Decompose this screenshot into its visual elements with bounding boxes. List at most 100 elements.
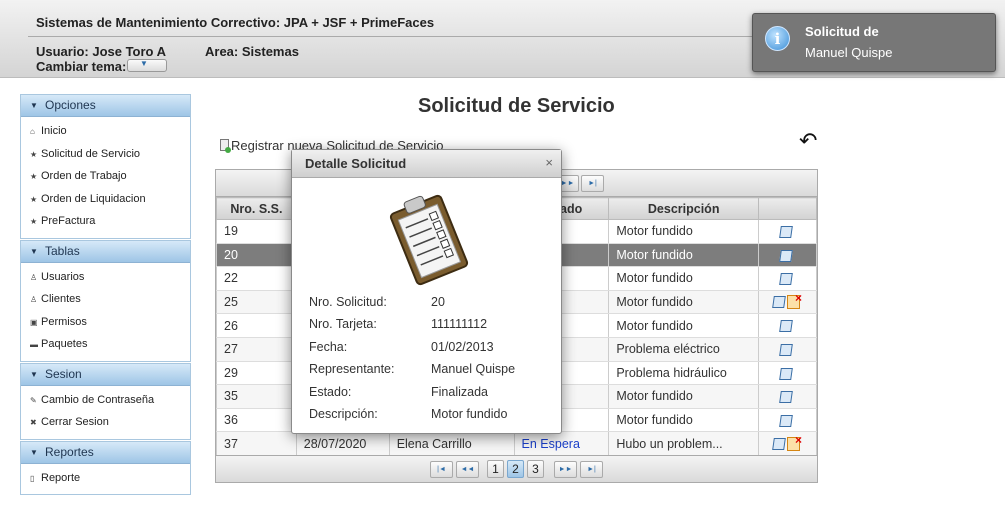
sidebar-item-label: Orden de Trabajo	[41, 170, 127, 182]
edit-icon[interactable]	[779, 273, 793, 286]
page-number-button[interactable]: 3	[527, 460, 544, 478]
delete-icon[interactable]: ×	[787, 291, 803, 310]
sidebar-item[interactable]: ⌂ Inicio	[21, 120, 190, 143]
detail-value: 20	[431, 295, 445, 309]
detail-label: Nro. Solicitud:	[309, 295, 387, 309]
chevron-down-icon: ▼	[140, 59, 148, 68]
triangle-down-icon: ▼	[30, 369, 38, 379]
detail-label: Descripción:	[309, 407, 378, 421]
theme-select[interactable]: ▼	[127, 59, 167, 72]
growl-text: Manuel Quispe	[805, 45, 893, 60]
triangle-down-icon: ▼	[30, 447, 38, 457]
sidebar-item[interactable]: ▯ Reporte	[21, 467, 190, 490]
page-number-button[interactable]: 2	[507, 460, 524, 478]
edit-icon[interactable]	[772, 437, 786, 450]
sidebar-item[interactable]: ✎ Cambio de Contraseña	[21, 389, 190, 412]
sidebar-item[interactable]: ★ Orden de Trabajo	[21, 165, 190, 188]
cell-desc: Motor fundido	[608, 243, 760, 268]
cell-desc: Motor fundido	[608, 313, 760, 338]
x-mark-icon: ×	[795, 291, 803, 306]
info-icon: i	[765, 26, 790, 51]
cell-actions	[758, 408, 817, 433]
cell-nro: 29	[216, 361, 297, 386]
menu-panel: ▼ Opciones ⌂ Inicio ★ Solicitud de Servicio ★ O…	[20, 94, 191, 239]
sidebar-item-label: Cerrar Sesion	[41, 416, 109, 428]
menu-panel-body: ▯ Reporte	[21, 463, 190, 494]
cell-actions	[758, 219, 817, 244]
cell-nro: 20	[216, 243, 297, 268]
sidebar-item-label: Usuarios	[41, 270, 85, 283]
triangle-down-icon: ▼	[30, 101, 38, 110]
menu-panel: ▼ Sesion ✎ Cambio de Contraseña ✖ Cerrar Sesi…	[20, 362, 191, 440]
sidebar-item[interactable]: ▣ Permisos	[21, 311, 190, 334]
last-page-button[interactable]: ►|	[580, 461, 603, 478]
column-header[interactable]: Nro. S.S.	[216, 197, 297, 220]
column-header[interactable]	[758, 197, 817, 220]
sidebar-item[interactable]: ▬ Paquetes	[21, 333, 190, 356]
column-header[interactable]: Descripción	[608, 197, 760, 220]
cell-actions: ×	[758, 431, 817, 456]
prev-page-button[interactable]: ◄◄	[456, 461, 479, 478]
clipboard-icon	[389, 194, 469, 286]
detail-value: 01/02/2013	[431, 339, 494, 354]
key-icon: ✎	[30, 395, 37, 405]
menu-panel-body: ♙ Usuarios ♙ Clientes ▣ Permisos ▬ Paquetes	[21, 262, 190, 361]
detail-label: Representante:	[309, 362, 395, 377]
person-icon: ♙	[30, 295, 38, 304]
menu-panel-header[interactable]: ▼ Reportes	[21, 441, 190, 464]
edit-icon[interactable]	[779, 343, 793, 356]
menu-panel-header[interactable]: ▼ Tablas	[21, 240, 190, 263]
menu-panel-title: Tablas	[45, 243, 80, 258]
sidebar-item[interactable]: ✖ Cerrar Sesion	[21, 411, 190, 434]
edit-icon[interactable]	[779, 391, 793, 404]
sidebar-item[interactable]: ★ Solicitud de Servicio	[21, 143, 190, 166]
dialog-title: Detalle Solicitud	[292, 150, 561, 178]
new-document-icon	[220, 139, 231, 153]
detail-value: Motor fundido	[431, 407, 508, 421]
first-page-button[interactable]: |◄	[430, 461, 453, 478]
menu-panel-header[interactable]: ▼ Sesion	[21, 363, 190, 386]
menu-panel: ▼ Reportes ▯ Reporte	[20, 440, 191, 495]
area-label: Area: Sistemas	[205, 44, 299, 59]
last-page-button[interactable]: ►|	[581, 175, 604, 192]
cell-estado: En Espera	[513, 431, 610, 456]
cell-desc: Motor fundido	[608, 384, 760, 409]
cell-nro: 35	[216, 384, 297, 409]
sidebar-item[interactable]: ★ Orden de Liquidacion	[21, 188, 190, 211]
cell-desc: Motor fundido	[608, 266, 760, 291]
edit-icon[interactable]	[779, 226, 793, 238]
cell-actions	[758, 266, 817, 291]
cell-actions: ×	[758, 290, 817, 315]
growl-notification: i Solicitud de Manuel Quispe	[752, 13, 996, 72]
edit-icon[interactable]	[772, 296, 786, 309]
cell-fecha: 28/07/2020	[295, 431, 390, 456]
header-divider	[28, 36, 783, 37]
menu-panel-title: Sesion	[45, 366, 82, 381]
home-icon: ⌂	[30, 127, 35, 136]
menu-panel-body: ⌂ Inicio ★ Solicitud de Servicio ★ Orden de T…	[21, 117, 190, 238]
back-arrow-icon[interactable]: ↶	[799, 130, 817, 152]
page-number-button[interactable]: 1	[487, 460, 504, 478]
cell-rep: Elena Carrillo	[388, 431, 515, 456]
sidebar-item[interactable]: ★ PreFactura	[21, 210, 190, 233]
edit-icon[interactable]	[779, 414, 793, 427]
edit-icon[interactable]	[779, 249, 793, 262]
detail-label: Fecha:	[309, 339, 348, 354]
cell-nro: 26	[216, 313, 297, 338]
delete-icon[interactable]: ×	[787, 434, 802, 451]
sidebar-item[interactable]: ♙ Usuarios	[21, 266, 190, 289]
close-icon[interactable]: ×	[545, 155, 553, 170]
edit-icon[interactable]	[779, 367, 793, 380]
sidebar-item[interactable]: ♙ Clientes	[21, 288, 190, 311]
detail-value: Manuel Quispe	[431, 362, 516, 377]
cell-actions	[758, 384, 817, 409]
edit-icon[interactable]	[779, 320, 793, 333]
star-icon: ★	[30, 194, 38, 204]
next-page-button[interactable]: ►►	[554, 461, 577, 478]
menu-panel-header[interactable]: ▼ Opciones	[21, 95, 190, 117]
sidebar-item-label: Inicio	[41, 125, 67, 137]
sidebar-item-label: Clientes	[41, 293, 81, 305]
cell-desc: Motor fundido	[608, 219, 760, 244]
table-row[interactable]: 37 28/07/2020 Elena Carrillo En Espera Hubo …	[216, 431, 817, 456]
folder-icon: ▬	[30, 340, 38, 349]
